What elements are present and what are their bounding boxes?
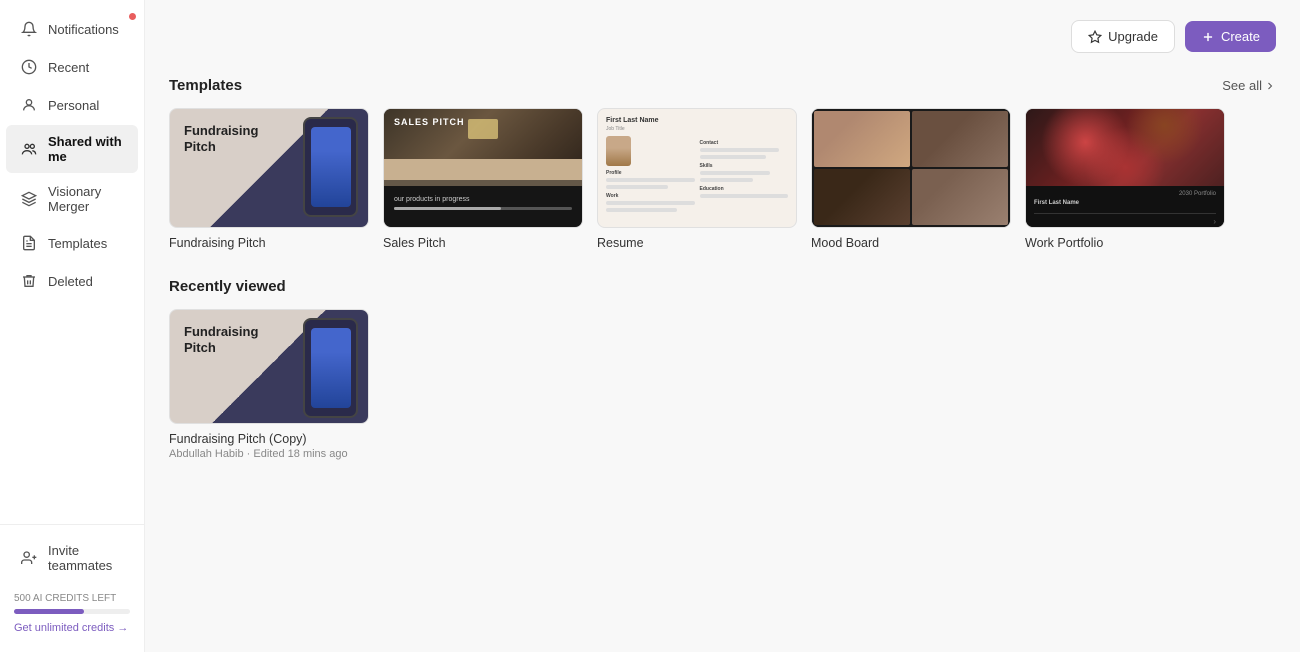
file-text-icon xyxy=(20,234,38,252)
upgrade-icon xyxy=(1088,30,1102,44)
people-icon xyxy=(20,140,38,158)
template-grid: FundraisingPitch Fundraising Pitch SALES… xyxy=(169,108,1276,250)
phone-graphic xyxy=(303,117,358,217)
sidebar-item-label: Shared with me xyxy=(48,134,124,164)
fundraising-copy-thumbnail: FundraisingPitch xyxy=(169,309,369,424)
template-card-resume[interactable]: First Last Name Job Title Profile Work C… xyxy=(597,108,797,250)
topbar: Upgrade Create xyxy=(169,20,1276,53)
sidebar-item-label: Visionary Merger xyxy=(48,184,124,214)
card-label: Resume xyxy=(597,236,797,250)
clock-icon xyxy=(20,58,38,76)
templates-section-title: Templates xyxy=(169,77,242,94)
create-label: Create xyxy=(1221,29,1260,44)
templates-section-header: Templates See all xyxy=(169,77,1276,94)
card-label: Work Portfolio xyxy=(1025,236,1225,250)
sidebar-item-label: Deleted xyxy=(48,274,93,289)
sidebar-item-personal[interactable]: Personal xyxy=(6,87,138,123)
recently-card-fundraising-copy[interactable]: FundraisingPitch Fundraising Pitch (Copy… xyxy=(169,309,369,460)
main-content: Upgrade Create Templates See all Fundrai… xyxy=(145,0,1300,652)
layers-icon xyxy=(20,190,38,208)
credits-bar-fill xyxy=(14,609,84,614)
sidebar-item-deleted[interactable]: Deleted xyxy=(6,263,138,299)
phone-graphic xyxy=(303,318,358,418)
sidebar-item-templates[interactable]: Templates xyxy=(6,225,138,261)
sidebar-item-label: Invite teammates xyxy=(48,543,124,573)
credits-text: 500 AI CREDITS LEFT xyxy=(14,593,130,604)
template-card-fundraising-pitch[interactable]: FundraisingPitch Fundraising Pitch xyxy=(169,108,369,250)
sidebar-item-label: Notifications xyxy=(48,22,119,37)
sidebar: Notifications Recent Personal xyxy=(0,0,145,652)
sales-pitch-thumbnail: SALES PITCH our products in progress xyxy=(383,108,583,228)
recently-viewed-grid: FundraisingPitch Fundraising Pitch (Copy… xyxy=(169,309,1276,460)
credits-bar-background xyxy=(14,609,130,614)
bell-icon xyxy=(20,20,38,38)
sidebar-item-invite[interactable]: Invite teammates xyxy=(6,534,138,582)
work-portfolio-thumbnail: First Last Name 2030 Portfolio › xyxy=(1025,108,1225,228)
upgrade-label: Upgrade xyxy=(1108,29,1158,44)
person-circle-icon xyxy=(20,96,38,114)
notification-dot xyxy=(129,13,136,20)
recently-viewed-section-header: Recently viewed xyxy=(169,278,1276,295)
credits-section: 500 AI CREDITS LEFT xyxy=(0,583,144,618)
card-label: Sales Pitch xyxy=(383,236,583,250)
mood-board-thumbnail: Mood Board xyxy=(811,108,1011,228)
get-credits-link[interactable]: Get unlimited credits → xyxy=(0,618,144,642)
create-button[interactable]: Create xyxy=(1185,21,1276,52)
create-icon xyxy=(1201,30,1215,44)
template-card-sales-pitch[interactable]: SALES PITCH our products in progress Sal… xyxy=(383,108,583,250)
upgrade-button[interactable]: Upgrade xyxy=(1071,20,1175,53)
card-label: Fundraising Pitch xyxy=(169,236,369,250)
fundraising-pitch-thumbnail: FundraisingPitch xyxy=(169,108,369,228)
sidebar-item-label: Recent xyxy=(48,60,89,75)
recently-card-meta: Abdullah Habib · Edited 18 mins ago xyxy=(169,448,369,460)
sidebar-item-label: Personal xyxy=(48,98,99,113)
see-all-link[interactable]: See all xyxy=(1222,78,1276,93)
trash-icon xyxy=(20,272,38,290)
recently-viewed-title: Recently viewed xyxy=(169,278,286,295)
sidebar-item-notifications[interactable]: Notifications xyxy=(6,11,138,47)
sidebar-item-recent[interactable]: Recent xyxy=(6,49,138,85)
template-card-mood-board[interactable]: Mood Board Mood Board xyxy=(811,108,1011,250)
chevron-right-icon xyxy=(1264,80,1276,92)
sidebar-item-visionary[interactable]: Visionary Merger xyxy=(6,175,138,223)
sidebar-item-label: Templates xyxy=(48,236,107,251)
person-plus-icon xyxy=(20,549,38,567)
recently-card-label: Fundraising Pitch (Copy) xyxy=(169,432,369,446)
resume-thumbnail: First Last Name Job Title Profile Work C… xyxy=(597,108,797,228)
card-label: Mood Board xyxy=(811,236,1011,250)
template-card-work-portfolio[interactable]: First Last Name 2030 Portfolio › Work Po… xyxy=(1025,108,1225,250)
sidebar-item-shared[interactable]: Shared with me xyxy=(6,125,138,173)
